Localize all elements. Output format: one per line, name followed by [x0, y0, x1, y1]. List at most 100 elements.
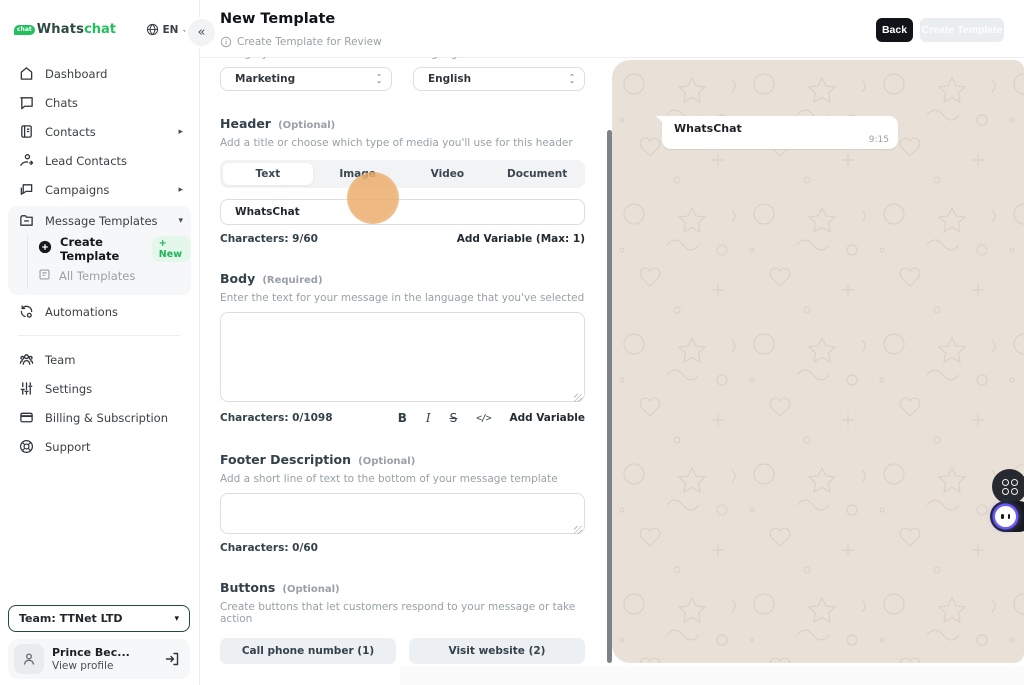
sliders-icon: [18, 381, 34, 397]
sidebar: chat Whats chat EN ⌄ « Dashboard Chats C…: [0, 0, 200, 685]
whatsapp-preview-pane: WhatsChat 9:15: [612, 60, 1024, 663]
command-dots-icon: [1002, 479, 1009, 486]
campaigns-icon: [18, 182, 34, 198]
profile-view-link: View profile: [52, 660, 130, 672]
language-value: English: [428, 73, 471, 85]
sidebar-item-label: Campaigns: [45, 183, 109, 197]
language-selector[interactable]: EN ⌄: [146, 23, 189, 36]
language-label: Language: [412, 57, 464, 60]
tab-image[interactable]: Image: [313, 163, 403, 185]
header-text-input[interactable]: [220, 199, 585, 225]
avatar: [14, 644, 44, 674]
header-section-desc: Add a title or choose which type of medi…: [220, 137, 585, 149]
sidebar-item-label: Chats: [45, 96, 78, 110]
chat-icon: [18, 95, 34, 111]
create-template-button[interactable]: Create Template: [920, 18, 1004, 42]
sidebar-item-create-template[interactable]: Create Template + New: [38, 235, 191, 262]
code-button[interactable]: </>: [476, 413, 490, 424]
preview-timestamp: 9:15: [869, 135, 889, 145]
tab-video[interactable]: Video: [403, 163, 493, 185]
chatbot-widget-button[interactable]: [990, 501, 1024, 532]
sidebar-item-label: All Templates: [59, 269, 135, 283]
sidebar-item-dashboard[interactable]: Dashboard: [8, 59, 191, 88]
sidebar-item-label: Billing & Subscription: [45, 411, 168, 425]
info-icon: [220, 36, 232, 48]
tab-text[interactable]: Text: [223, 163, 313, 185]
command-dots-icon: [1011, 479, 1018, 486]
command-dots-icon: [1011, 488, 1018, 495]
bottom-spacer: [400, 665, 1024, 685]
sidebar-item-support[interactable]: Support: [8, 432, 191, 461]
sidebar-item-automations[interactable]: Automations: [8, 297, 191, 326]
body-textarea[interactable]: [220, 312, 585, 402]
sidebar-item-billing[interactable]: Billing & Subscription: [8, 403, 191, 432]
command-dots-icon: [1002, 488, 1009, 495]
folder-icon: [18, 213, 34, 229]
header-add-variable-button[interactable]: Add Variable (Max: 1): [457, 233, 585, 245]
automation-icon: [18, 304, 34, 320]
sidebar-item-team[interactable]: Team: [8, 345, 191, 374]
team-selector[interactable]: Team: TTNet LTD ▾: [8, 605, 190, 632]
templates-grid-icon: [38, 268, 51, 284]
footer-char-counter: Characters: 0/60: [220, 542, 318, 554]
caret-down-icon: ▾: [178, 216, 183, 226]
new-badge: + New: [152, 236, 191, 262]
sidebar-item-chats[interactable]: Chats: [8, 88, 191, 117]
select-chevrons-icon: ⌃⌄: [376, 75, 382, 84]
visit-website-button[interactable]: Visit website (2): [409, 638, 585, 664]
buttons-section-title: Buttons: [220, 580, 275, 595]
doodle-pattern-background: [612, 60, 1024, 663]
credit-card-icon: [18, 410, 34, 426]
header-char-counter: Characters: 9/60: [220, 233, 318, 245]
lead-person-icon: [18, 153, 34, 169]
sidebar-item-label: Contacts: [45, 125, 96, 139]
message-templates-sublist: Create Template + New All Templates: [27, 235, 191, 289]
sidebar-item-settings[interactable]: Settings: [8, 374, 191, 403]
sidebar-item-label: Team: [45, 353, 75, 367]
logout-icon[interactable]: [164, 651, 180, 667]
contacts-book-icon: [18, 124, 34, 140]
header-section-title: Header: [220, 116, 271, 131]
bold-button[interactable]: B: [398, 411, 407, 425]
sidebar-item-lead-contacts[interactable]: Lead Contacts: [8, 146, 191, 175]
profile-card[interactable]: Prince Bec... View profile: [8, 639, 190, 679]
preview-header-text: WhatsChat: [674, 122, 742, 135]
preview-message-bubble: WhatsChat 9:15: [662, 116, 898, 149]
lifebuoy-icon: [18, 439, 34, 455]
main-content: New Template Create Template for Review …: [200, 0, 1024, 685]
language-select[interactable]: English ⌃⌄: [413, 67, 585, 91]
buttons-section-tag: (Optional): [282, 584, 339, 595]
footer-textarea[interactable]: [220, 493, 585, 534]
team-icon: [18, 352, 34, 368]
sidebar-collapse-button[interactable]: «: [188, 19, 215, 46]
sidebar-item-campaigns[interactable]: Campaigns ▸: [8, 175, 191, 204]
category-label: Category: [220, 57, 268, 60]
brand-name-whats: Whats: [37, 22, 84, 37]
sidebar-divider: [18, 335, 181, 336]
sidebar-item-label: Settings: [45, 382, 92, 396]
message-templates-group: Message Templates ▾ Create Template + Ne…: [8, 206, 191, 295]
robot-face-icon: [995, 506, 1016, 527]
keyboard-shortcuts-fab[interactable]: [992, 469, 1024, 504]
page-title: New Template: [220, 11, 335, 27]
call-phone-number-button[interactable]: Call phone number (1): [220, 638, 396, 664]
sidebar-item-message-templates[interactable]: Message Templates ▾: [8, 206, 191, 235]
back-button[interactable]: Back: [876, 18, 913, 42]
body-add-variable-button[interactable]: Add Variable: [509, 412, 585, 424]
header-media-tabs: Text Image Video Document: [220, 160, 585, 188]
sidebar-item-label: Support: [45, 440, 90, 454]
sidebar-item-label: Message Templates: [45, 214, 158, 228]
italic-button[interactable]: I: [426, 411, 431, 425]
chat-bubble-logo-icon: chat: [14, 25, 35, 35]
app-window: chat Whats chat EN ⌄ « Dashboard Chats C…: [0, 0, 1024, 685]
strikethrough-button[interactable]: S: [450, 411, 458, 425]
template-button-grid: Call phone number (1) Visit website (2) …: [220, 638, 585, 665]
caret-down-icon: ▾: [174, 614, 179, 624]
sidebar-item-label: Lead Contacts: [45, 154, 127, 168]
sidebar-item-contacts[interactable]: Contacts ▸: [8, 117, 191, 146]
tab-document[interactable]: Document: [492, 163, 582, 185]
clipped-scrolled-labels: Category Language: [220, 57, 585, 62]
category-select[interactable]: Marketing ⌃⌄: [220, 67, 392, 91]
sidebar-item-all-templates[interactable]: All Templates: [38, 262, 191, 289]
globe-icon: [146, 23, 159, 36]
